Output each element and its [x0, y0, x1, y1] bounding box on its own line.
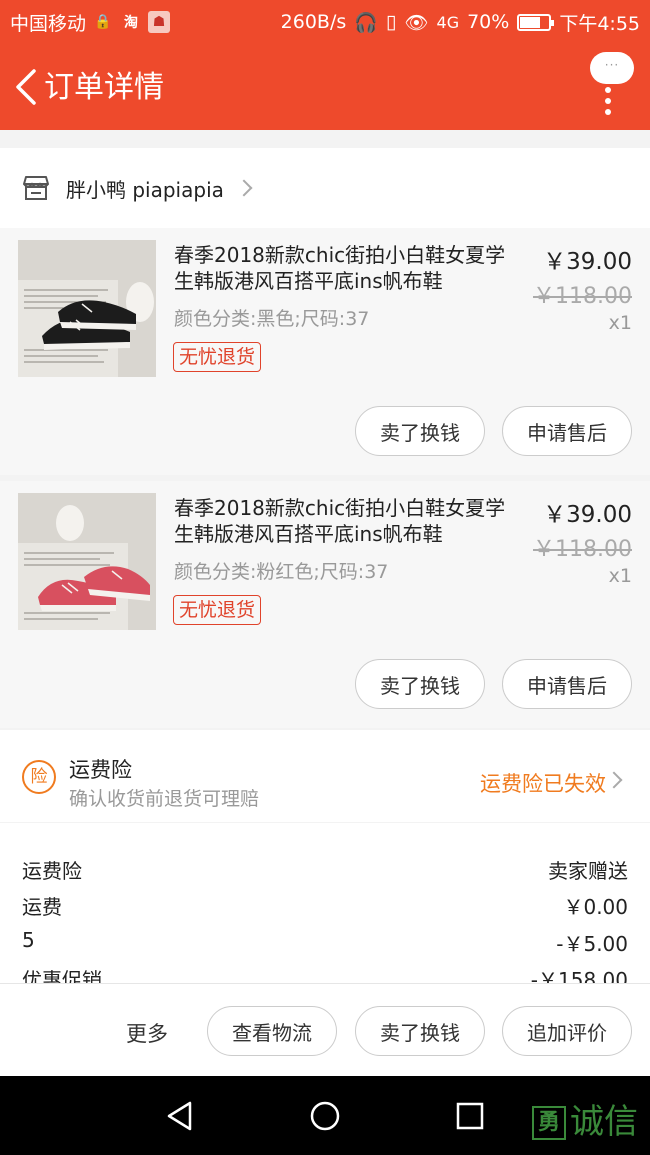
fee-value: 卖家赠送 [548, 859, 628, 883]
add-review-button[interactable]: 追加评价 [502, 1006, 632, 1056]
product-title[interactable]: 春季2018新款chic街拍小白鞋女夏学生韩版港风百搭平底ins帆布鞋 [174, 242, 510, 294]
resell-button[interactable]: 卖了换钱 [355, 1006, 485, 1056]
product-price: ￥39.00 [543, 249, 632, 275]
back-arrow-icon[interactable] [12, 68, 40, 106]
recent-apps-icon[interactable] [454, 1100, 486, 1132]
clock: 下午4:55 [559, 12, 640, 35]
battery-percent: 70% [467, 11, 510, 33]
fee-row: 优惠促销 -￥158.00 [0, 960, 650, 983]
fee-row: 运费险 卖家赠送 [0, 851, 650, 887]
after-sales-button[interactable]: 申请售后 [502, 406, 632, 456]
product-price: ￥39.00 [543, 502, 632, 528]
fee-label: 5 [22, 928, 35, 952]
chevron-right-icon [605, 771, 623, 789]
message-bubble-icon: ··· [590, 52, 634, 84]
view-logistics-button[interactable]: 查看物流 [207, 1006, 337, 1056]
chevron-right-icon [235, 179, 253, 197]
vibrate-icon: ▯ [385, 11, 397, 33]
insurance-subtitle: 确认收货前退货可理赔 [69, 788, 260, 810]
status-right: 260B/s 🎧 ▯ 👁 4G 70% 下午4:55 [281, 9, 640, 36]
original-price: ￥118.00 [533, 284, 632, 309]
original-price: ￥118.00 [533, 537, 632, 562]
dots-icon [605, 87, 611, 120]
return-badge: 无忧退货 [173, 595, 262, 625]
bottom-action-bar: 更多 查看物流 卖了换钱 追加评价 [0, 983, 650, 1076]
notification-icon: 🔒 [94, 14, 112, 30]
shop-header[interactable]: 胖小鸭 piapiapia [0, 148, 650, 228]
back-triangle-icon[interactable] [164, 1100, 196, 1132]
insurance-title: 运费险 [69, 758, 132, 782]
after-sales-button[interactable]: 申请售后 [502, 659, 632, 709]
shop-icon [23, 176, 49, 200]
fee-summary: 运费险 卖家赠送 运费 ￥0.00 5 -￥5.00 优惠促销 -￥158.00 [0, 823, 650, 983]
more-menu-icon[interactable]: ··· [588, 50, 636, 115]
insurance-status: 运费险已失效 [480, 772, 606, 796]
app-notification-icon: ☗ [148, 11, 171, 33]
fee-value: -￥158.00 [530, 968, 628, 983]
fee-row: 运费 ￥0.00 [0, 887, 650, 923]
watermark-mark: 勇 [532, 1106, 566, 1140]
headphone-icon: 🎧 [354, 11, 378, 34]
more-actions-button[interactable]: 更多 [126, 1018, 168, 1048]
product-image[interactable] [18, 493, 156, 630]
fee-label: 优惠促销 [22, 968, 102, 983]
fee-value: ￥0.00 [563, 895, 628, 919]
home-circle-icon[interactable] [309, 1100, 341, 1132]
page-title: 订单详情 [44, 70, 164, 105]
eye-icon: 👁 [404, 11, 429, 34]
fee-value: -￥5.00 [556, 932, 628, 956]
order-item[interactable]: 春季2018新款chic街拍小白鞋女夏学生韩版港风百搭平底ins帆布鞋 颜色分类… [0, 481, 650, 728]
battery-icon [517, 13, 555, 31]
product-title[interactable]: 春季2018新款chic街拍小白鞋女夏学生韩版港风百搭平底ins帆布鞋 [174, 495, 510, 547]
product-quantity: x1 [608, 312, 632, 334]
order-detail-page: 中国移动 🔒 淘 ☗ 260B/s 🎧 ▯ 👁 4G 70% 下午4:55 订单… [0, 0, 650, 1155]
fee-label: 运费 [22, 895, 62, 919]
product-quantity: x1 [608, 565, 632, 587]
product-image[interactable] [18, 240, 156, 377]
fee-row: 5 -￥5.00 [0, 924, 650, 960]
watermark-text: 诚信 [570, 1102, 638, 1142]
signal-icon: 4G [436, 12, 460, 32]
fee-label: 运费险 [22, 859, 82, 883]
order-item[interactable]: 春季2018新款chic街拍小白鞋女夏学生韩版港风百搭平底ins帆布鞋 颜色分类… [0, 228, 650, 475]
resell-button[interactable]: 卖了换钱 [355, 659, 485, 709]
shipping-insurance-row[interactable]: 险 运费险 确认收货前退货可理赔 运费险已失效 [0, 730, 650, 822]
network-speed: 260B/s [280, 11, 347, 33]
status-bar: 中国移动 🔒 淘 ☗ 260B/s 🎧 ▯ 👁 4G 70% 下午4:55 [0, 0, 650, 44]
title-bar: 订单详情 ··· [0, 44, 650, 130]
taobao-app-icon: 淘 [124, 15, 139, 31]
shop-name: 胖小鸭 piapiapia [66, 177, 224, 202]
insurance-icon: 险 [22, 760, 56, 794]
return-badge: 无忧退货 [173, 342, 262, 372]
carrier-label: 中国移动 [10, 12, 87, 35]
product-spec: 颜色分类:黑色;尺码:37 [174, 308, 370, 330]
status-left: 中国移动 🔒 淘 ☗ [10, 9, 171, 36]
product-spec: 颜色分类:粉红色;尺码:37 [174, 561, 389, 583]
resell-button[interactable]: 卖了换钱 [355, 406, 485, 456]
